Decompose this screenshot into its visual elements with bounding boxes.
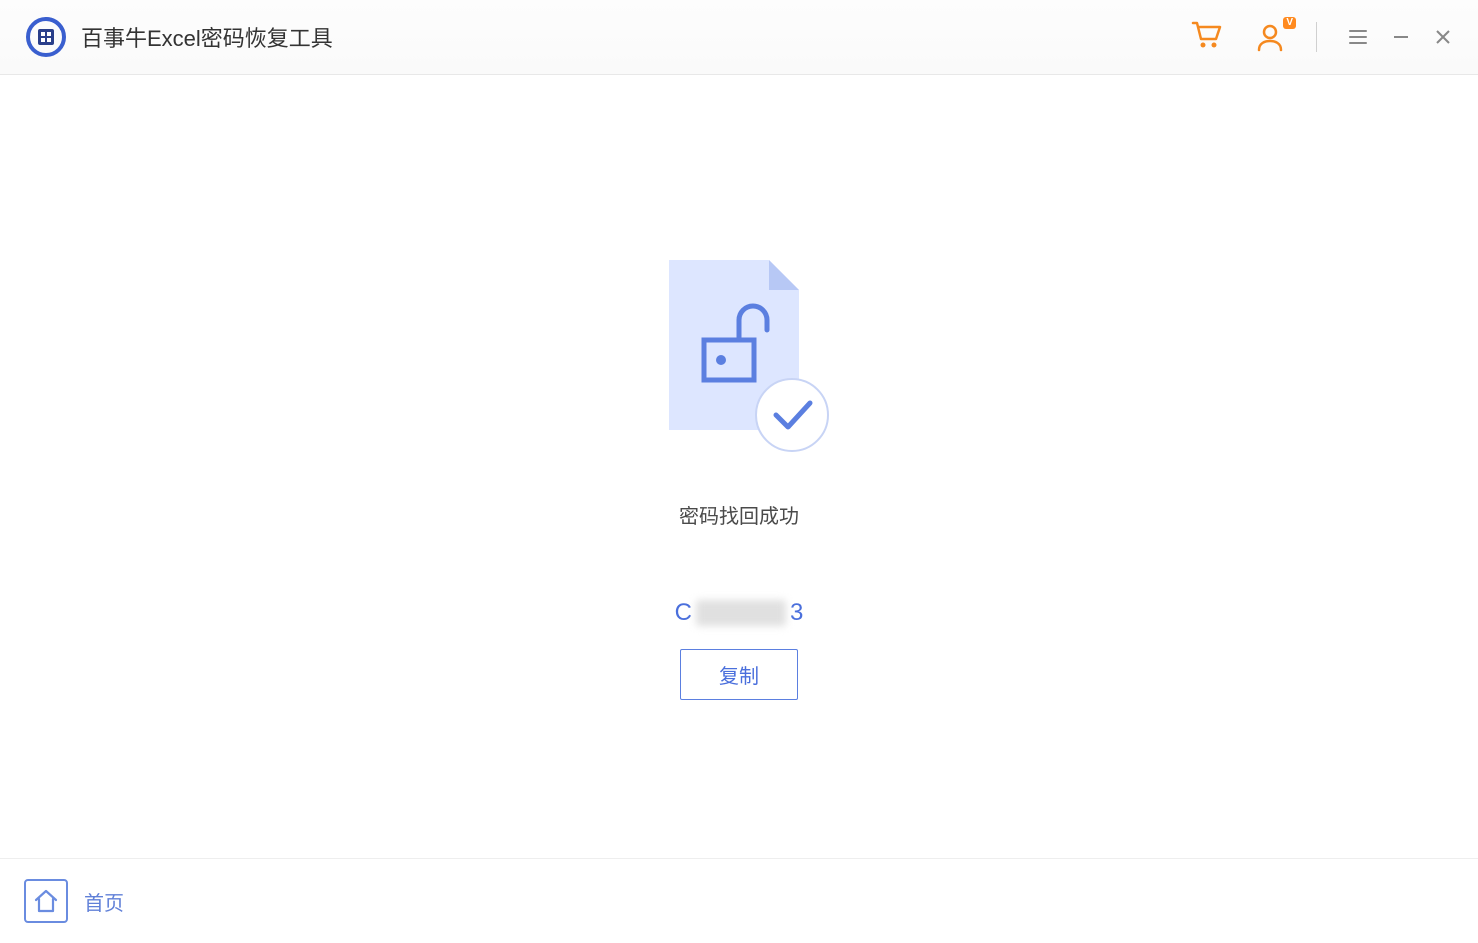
menu-icon[interactable] <box>1347 26 1369 48</box>
header-right: V <box>1188 17 1453 58</box>
header-divider <box>1316 22 1317 52</box>
app-title: 百事牛Excel密码恢复工具 <box>81 21 333 53</box>
file-unlock-illustration <box>654 255 824 445</box>
window-controls <box>1347 26 1453 48</box>
home-label[interactable]: 首页 <box>84 887 124 916</box>
home-button[interactable] <box>24 879 68 923</box>
header-left: 百事牛Excel密码恢复工具 <box>25 16 333 58</box>
user-account-icon[interactable]: V <box>1254 21 1286 53</box>
password-suffix: 3 <box>790 599 803 627</box>
titlebar: 百事牛Excel密码恢复工具 V <box>0 0 1478 75</box>
cart-icon[interactable] <box>1188 17 1224 58</box>
recovered-password: C 3 <box>675 599 804 627</box>
close-icon[interactable] <box>1433 27 1453 47</box>
success-message: 密码找回成功 <box>679 500 799 529</box>
main-content: 密码找回成功 C 3 复制 <box>0 75 1478 858</box>
minimize-icon[interactable] <box>1391 27 1411 47</box>
password-prefix: C <box>675 599 692 627</box>
vip-badge-icon: V <box>1283 17 1296 29</box>
copy-button[interactable]: 复制 <box>680 649 798 700</box>
home-icon <box>32 887 60 915</box>
app-logo-icon <box>25 16 67 58</box>
password-masked-icon <box>696 600 786 626</box>
footer: 首页 <box>0 858 1478 943</box>
